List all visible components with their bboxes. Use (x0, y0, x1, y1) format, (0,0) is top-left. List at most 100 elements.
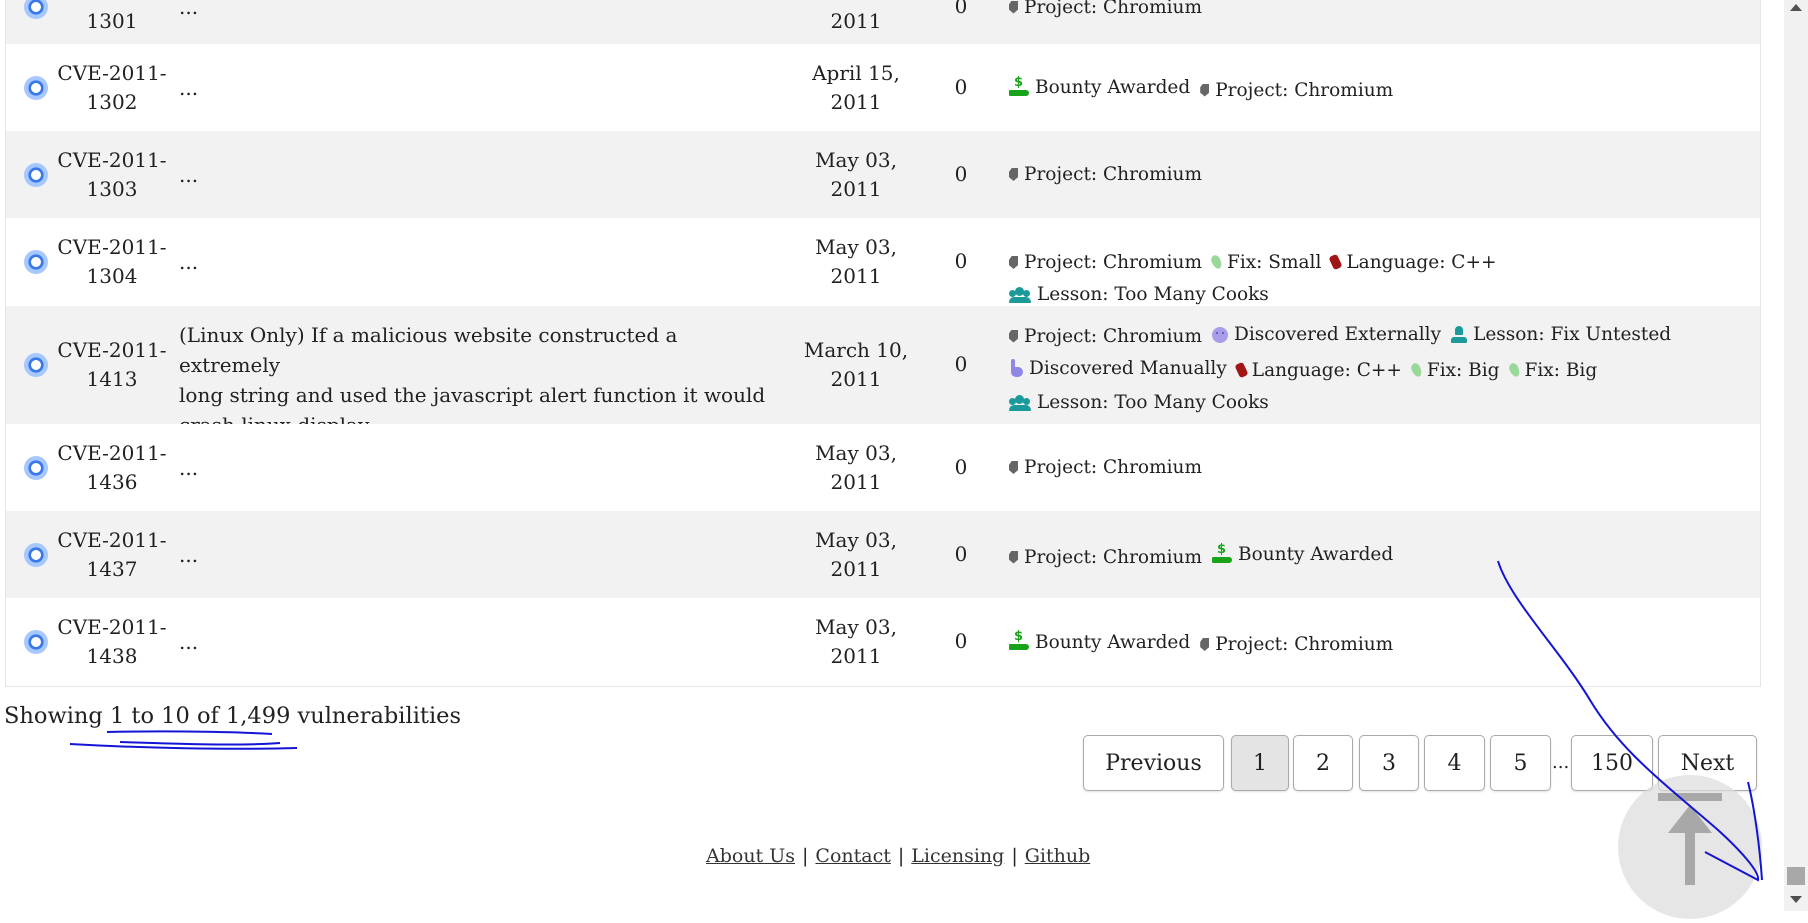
tag[interactable]: Bounty Awarded (1009, 627, 1190, 658)
fix-icon (1209, 253, 1224, 271)
cve-id[interactable]: CVE-2011- 1303 (52, 146, 172, 204)
tag[interactable]: Project: Chromium (1009, 452, 1202, 483)
cve-cell[interactable]: 1301 (24, 0, 174, 44)
tag[interactable]: Project: Chromium (1200, 629, 1393, 660)
cve-id[interactable]: CVE-2011- 1304 (52, 233, 172, 291)
description-cell: ... (179, 542, 199, 567)
tag[interactable]: Fix: Big (1409, 355, 1500, 386)
tag[interactable]: Language: C++ (1328, 247, 1497, 278)
tags-cell: Project: Chromium Bounty Awarded (1009, 539, 1749, 574)
bounty-icon (1212, 542, 1232, 564)
tag[interactable]: Project: Chromium (1009, 0, 1202, 23)
chrome-icon (24, 353, 48, 377)
footer-separator: | (1011, 845, 1018, 867)
tags-cell: Project: Chromium (1009, 159, 1749, 191)
cve-id[interactable]: CVE-2011- 1438 (52, 613, 172, 671)
bounty-icon (1009, 629, 1029, 651)
tag[interactable]: Bounty Awarded (1212, 539, 1393, 570)
table-row[interactable]: CVE-2011- 1413 (Linux Only) If a malicious… (6, 306, 1760, 437)
date-cell: May 03, 2011 (815, 147, 897, 201)
chrome-icon (24, 75, 48, 100)
tag[interactable]: Fix: Small (1209, 247, 1321, 278)
chrome-icon (24, 630, 48, 654)
cve-cell[interactable]: CVE-2011- 1438 (24, 598, 174, 686)
cve-id[interactable]: CVE-2011- 1436 (52, 439, 172, 497)
footer-link-about[interactable]: About Us (706, 845, 795, 867)
footer-link-contact[interactable]: Contact (815, 845, 890, 867)
annotation-underline (69, 730, 298, 750)
page: 1301... 2011 0 Project: Chromium CVE-2011- 13… (0, 0, 1808, 919)
cve-cell[interactable]: CVE-2011- 1303 (24, 131, 174, 218)
tag-label: Bounty Awarded (1238, 544, 1394, 565)
tag[interactable]: Project: Chromium (1009, 542, 1202, 573)
table-row[interactable]: CVE-2011-1438... May 03,2011 0 Bounty Award… (6, 598, 1760, 686)
tag-label: Lesson: Fix Untested (1473, 323, 1672, 345)
footer-link-licensing[interactable]: Licensing (911, 845, 1004, 867)
cve-id[interactable]: CVE-2011- 1413 (52, 336, 172, 394)
score-cell: 0 (954, 454, 968, 479)
page-5-button[interactable]: 5 (1490, 735, 1551, 791)
table-row[interactable]: CVE-2011- 1303... May 03, 2011 0 Project: Chr… (6, 131, 1760, 218)
language-icon (1234, 361, 1249, 379)
tag[interactable]: Fix: Big (1506, 355, 1598, 386)
tag-icon (1009, 168, 1018, 181)
page-2-button[interactable]: 2 (1293, 735, 1353, 791)
cve-cell[interactable]: CVE-2011- 1413 (24, 306, 174, 424)
date-cell: May 03, 2011 (815, 527, 897, 581)
description-cell: ... (179, 250, 199, 274)
tag[interactable]: Lesson: Fix Untested (1451, 319, 1671, 350)
table-row[interactable]: CVE-2011- 1437... May 03, 2011 0 Project: Chr… (6, 511, 1760, 598)
cve-id[interactable]: 1301 (52, 0, 172, 36)
tag-label: Project: Chromium (1024, 164, 1202, 185)
cve-cell[interactable]: CVE-2011- 1304 (24, 218, 174, 306)
cve-cell[interactable]: CVE-2011- 1436 (24, 424, 174, 511)
tags-cell: Project: Chromium (1009, 452, 1749, 484)
footer-link-github[interactable]: Github (1025, 845, 1091, 867)
tag-label: Discovered Externally (1234, 324, 1442, 345)
page-4-button[interactable]: 4 (1424, 735, 1485, 791)
tags-cell: Project: Chromium Fix: Small Language: C++… (1009, 247, 1749, 313)
tag-label: Bounty Awarded (1035, 77, 1191, 98)
cve-id[interactable]: CVE-2011- 1302 (52, 59, 172, 117)
scroll-down-arrow-icon[interactable] (1790, 896, 1802, 903)
cve-id[interactable]: CVE-2011- 1437 (52, 526, 172, 584)
tag[interactable]: Project: Chromium (1009, 247, 1202, 278)
date-cell: 2011 (830, 9, 882, 33)
scrollbar-thumb[interactable] (1787, 867, 1805, 885)
description-cell: ... (179, 630, 199, 654)
tag-icon (1200, 638, 1210, 651)
previous-button[interactable]: Previous (1083, 735, 1224, 791)
table-row[interactable]: CVE-2011-1302... April 15,2011 0 Bounty Awa… (6, 44, 1760, 131)
tag-label: Discovered Manually (1029, 357, 1227, 379)
tags-cell: Project: Chromium Discovered Externally Le… (1009, 319, 1749, 421)
tag[interactable]: Project: Chromium (1200, 75, 1393, 106)
tag-icon (1009, 329, 1018, 343)
cve-cell[interactable]: CVE-2011- 1302 (24, 44, 174, 131)
table-row[interactable]: CVE-2011- 1436... May 03, 2011 0 Project: Chr… (6, 424, 1760, 511)
chrome-icon (24, 250, 48, 274)
table-row[interactable]: CVE-2011- 1304... May 03, 2011 0 Project: Chr… (6, 218, 1760, 306)
back-to-top-button[interactable] (1618, 775, 1762, 919)
vulnerability-table: 1301... 2011 0 Project: Chromium CVE-2011- 13… (5, 0, 1761, 687)
tag-label: Project: Chromium (1024, 0, 1202, 18)
tag[interactable]: Language: C++ (1234, 355, 1402, 386)
page-3-button[interactable]: 3 (1359, 735, 1419, 791)
tag[interactable]: Discovered Externally (1212, 319, 1441, 350)
tag-label: Fix: Big (1524, 359, 1598, 381)
scroll-up-arrow-icon[interactable] (1790, 4, 1802, 11)
description-cell: ... (179, 0, 199, 19)
tag[interactable]: Lesson: Too Many Cooks (1009, 387, 1269, 418)
tag-label: Language: C++ (1346, 251, 1497, 273)
table-row[interactable]: 1301... 2011 0 Project: Chromium (6, 0, 1760, 44)
page-1-button[interactable]: 1 (1231, 735, 1289, 791)
hand-icon (1009, 359, 1023, 377)
tag[interactable]: Project: Chromium (1009, 321, 1202, 352)
tags-cell: Bounty Awarded Project: Chromium (1009, 627, 1749, 662)
cve-cell[interactable]: CVE-2011- 1437 (24, 511, 174, 598)
tag[interactable]: Project: Chromium (1009, 159, 1202, 190)
tag[interactable]: Bounty Awarded (1009, 72, 1190, 103)
tag[interactable]: Discovered Manually (1009, 353, 1227, 384)
tags-cell: Project: Chromium (1009, 0, 1749, 24)
chrome-icon (24, 162, 48, 187)
vertical-scrollbar[interactable] (1784, 0, 1808, 911)
